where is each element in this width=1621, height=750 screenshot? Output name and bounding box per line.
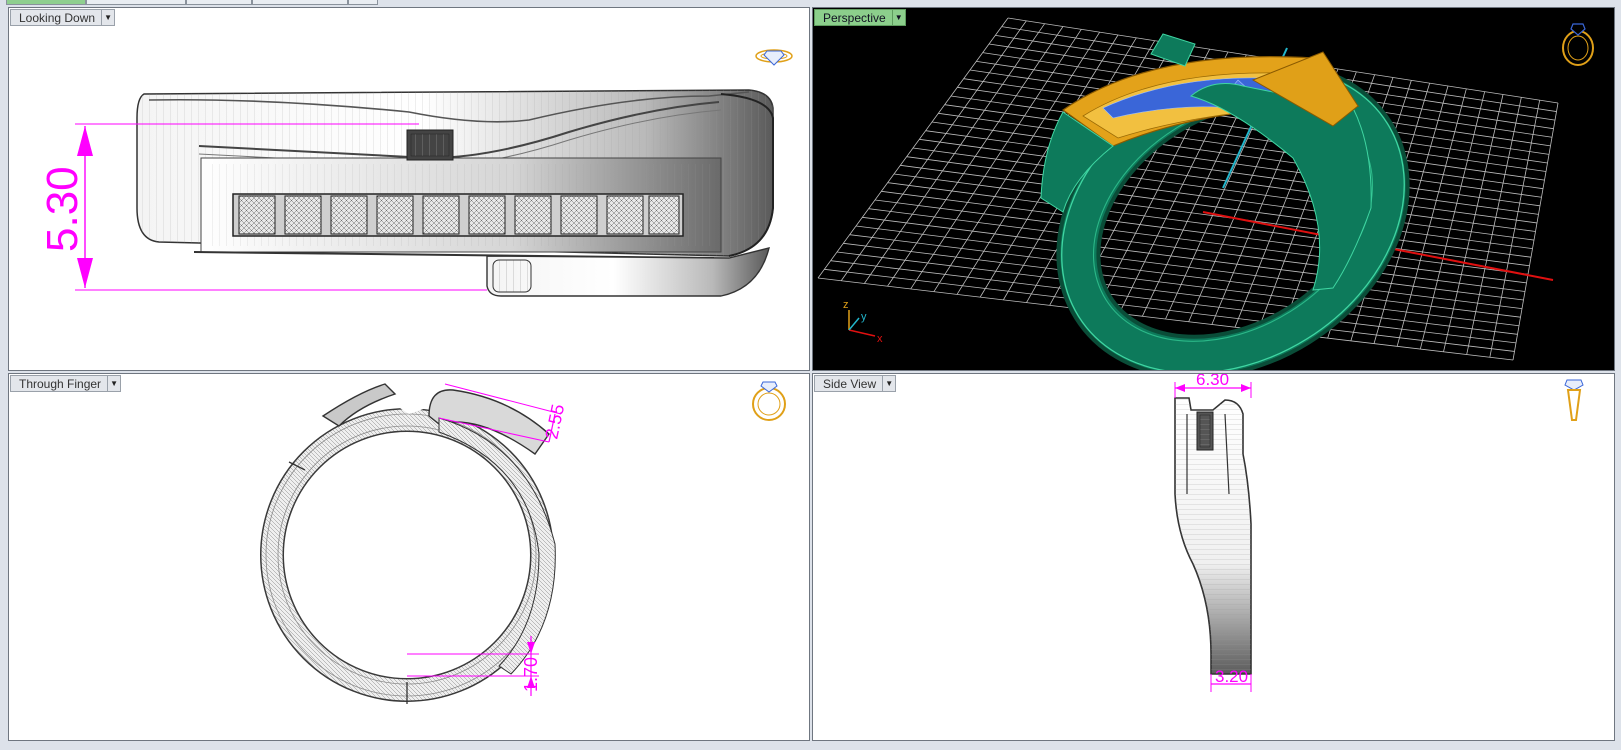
dimension-top-thickness: 2.55	[541, 402, 568, 440]
stone-row	[232, 193, 684, 237]
ring-side-view-drawing: 6.30 3.20	[1174, 374, 1584, 692]
chevron-down-icon[interactable]: ▼	[883, 375, 897, 392]
tab-4[interactable]	[252, 0, 348, 5]
ring-top-view-drawing: 5.30	[38, 49, 793, 297]
svg-text:x: x	[877, 333, 883, 345]
view-tab-strip	[0, 0, 1621, 7]
tab-2[interactable]	[86, 0, 186, 5]
ring-gem-icon	[755, 49, 793, 66]
dimension-bottom-thickness: 1.70	[521, 657, 541, 692]
viewport-title-label: Side View	[814, 375, 884, 392]
ring-front-view-drawing: 2.55 1.70	[260, 381, 786, 704]
svg-text:y: y	[861, 311, 867, 323]
viewport-title-through-finger[interactable]: Through Finger ▼	[10, 375, 122, 392]
viewport-looking-down[interactable]: Looking Down ▼ 5.30	[8, 7, 810, 371]
dimension-top-width: 6.30	[1196, 374, 1229, 389]
viewport-side-view[interactable]: Side View ▼ 6.30 3.20	[812, 373, 1615, 741]
chevron-down-icon[interactable]: ▼	[108, 375, 122, 392]
dimension-height: 5.30	[38, 166, 87, 252]
viewport-title-label: Perspective	[814, 9, 893, 26]
viewport-perspective[interactable]: Perspective ▼ z y x	[812, 7, 1615, 371]
tab-3[interactable]	[186, 0, 252, 5]
ring-side-icon	[1564, 379, 1584, 421]
viewport-title-label: Through Finger	[10, 375, 109, 392]
axis-widget: z y x	[843, 299, 883, 345]
chevron-down-icon[interactable]: ▼	[892, 9, 906, 26]
viewport-through-finger[interactable]: Through Finger ▼ 2.55 1.70	[8, 373, 810, 741]
svg-text:z: z	[843, 299, 849, 311]
perspective-scene: z y x	[817, 17, 1594, 370]
viewport-title-looking-down[interactable]: Looking Down ▼	[10, 9, 116, 26]
ring-icon	[752, 381, 786, 421]
chevron-down-icon[interactable]: ▼	[102, 9, 116, 26]
ring-3d-model	[1040, 33, 1410, 370]
viewport-title-perspective[interactable]: Perspective ▼	[814, 9, 906, 26]
viewport-title-label: Looking Down	[10, 9, 103, 26]
tab-1[interactable]	[6, 0, 86, 5]
tab-5[interactable]	[348, 0, 378, 5]
viewport-title-side-view[interactable]: Side View ▼	[814, 375, 897, 392]
dimension-bottom-width: 3.20	[1215, 667, 1248, 686]
ring-icon	[1562, 23, 1594, 66]
